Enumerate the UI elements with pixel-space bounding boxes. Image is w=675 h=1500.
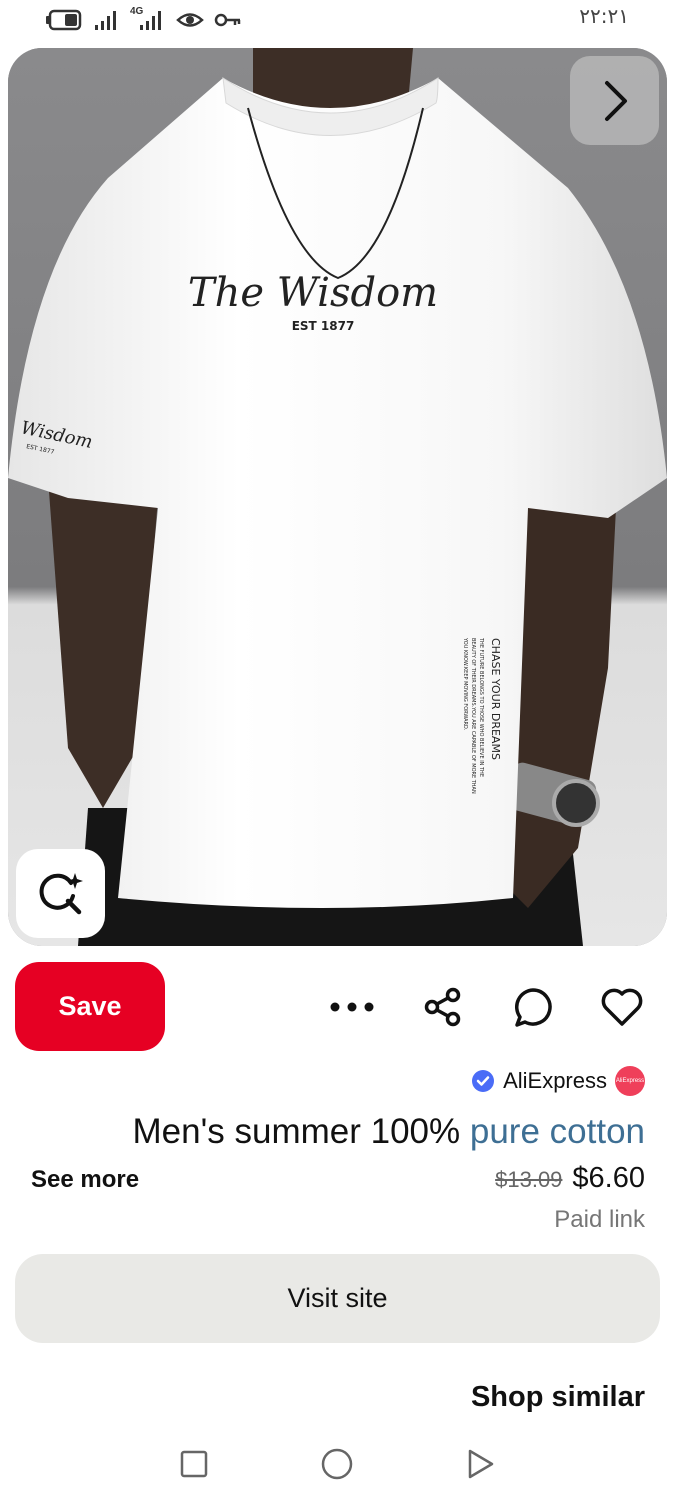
system-nav-bar xyxy=(0,1430,675,1500)
source-attribution[interactable]: AliExpress AliExpress xyxy=(471,1064,645,1098)
status-bar: 4G ۲۲:۲۱ xyxy=(0,0,675,44)
visual-search-button[interactable] xyxy=(16,849,105,938)
battery-icon xyxy=(46,9,82,31)
more-icon xyxy=(330,1002,374,1012)
eye-icon xyxy=(176,13,204,27)
paid-link-label: Paid link xyxy=(554,1206,645,1233)
pin-image[interactable]: The Wisdom EST 1877 Wisdom EST 1877 CHAS… xyxy=(8,48,667,946)
product-title: Men's summer 100% pure cotton xyxy=(133,1112,645,1152)
tshirt-photo: The Wisdom EST 1877 Wisdom EST 1877 CHAS… xyxy=(8,48,667,946)
save-button[interactable]: Save xyxy=(15,962,165,1051)
source-name[interactable]: AliExpress xyxy=(503,1068,607,1094)
heart-icon xyxy=(601,988,643,1026)
share-icon xyxy=(424,987,461,1027)
shop-similar-heading[interactable]: Shop similar xyxy=(471,1381,645,1414)
source-avatar[interactable]: AliExpress xyxy=(615,1066,645,1096)
recents-button[interactable] xyxy=(174,1444,214,1484)
title-link[interactable]: pure cotton xyxy=(470,1112,645,1151)
share-button[interactable] xyxy=(420,984,466,1030)
current-price: $6.60 xyxy=(572,1162,645,1194)
recents-icon xyxy=(180,1450,208,1478)
back-button[interactable] xyxy=(460,1444,500,1484)
comment-button[interactable] xyxy=(510,984,556,1030)
key-icon xyxy=(214,13,241,27)
title-text: Men's summer 100% xyxy=(132,1112,470,1151)
status-time: ۲۲:۲۱ xyxy=(579,4,629,28)
original-price: $13.09 xyxy=(495,1167,563,1192)
home-button[interactable] xyxy=(317,1444,357,1484)
price-row: $13.09 $6.60 xyxy=(495,1162,645,1195)
side-print-line: THE FUTURE BELONGS TO THOSE WHO BELIEVE … xyxy=(478,637,484,777)
like-button[interactable] xyxy=(599,984,645,1030)
comment-icon xyxy=(515,988,552,1027)
side-print-line: YOU KNOW.KEEP MOVING FORWARD. xyxy=(462,637,468,731)
see-more-link[interactable]: See more xyxy=(31,1166,139,1194)
chevron-right-icon xyxy=(604,80,627,121)
chest-est: EST 1877 xyxy=(292,319,355,333)
chest-print: The Wisdom xyxy=(188,270,438,316)
back-icon xyxy=(468,1449,494,1479)
more-button[interactable] xyxy=(329,984,375,1030)
visit-site-button[interactable]: Visit site xyxy=(15,1254,660,1343)
home-icon xyxy=(321,1448,353,1480)
4g-signal-icon: 4G xyxy=(130,6,166,32)
verified-icon xyxy=(472,1070,495,1092)
side-print-line: BEAUTY OF THEIR DREAMS.YOU ARE CAPABLE O… xyxy=(470,638,476,794)
signal-icon xyxy=(95,11,116,30)
next-button[interactable] xyxy=(570,56,659,145)
status-icons: 4G xyxy=(44,6,242,32)
visual-search-icon xyxy=(39,872,83,914)
side-print-title: CHASE YOUR DREAMS xyxy=(489,638,502,760)
